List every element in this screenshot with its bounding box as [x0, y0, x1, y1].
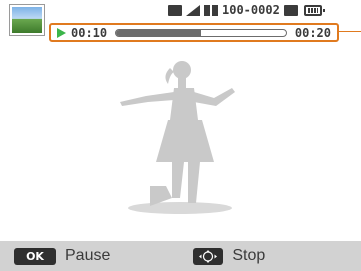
dpad-icon[interactable]: [193, 247, 224, 265]
total-time: 00:20: [294, 25, 331, 40]
elapsed-time: 00:10: [71, 25, 108, 40]
landscape-thumbnail-icon: [10, 5, 44, 35]
status-icons: 100-0002: [168, 3, 325, 17]
callout-line: [339, 31, 361, 32]
ok-button[interactable]: OK: [14, 247, 56, 265]
progress-track[interactable]: [115, 28, 287, 37]
playback-bar[interactable]: 00:10 00:20: [49, 23, 339, 42]
card-icon: [283, 4, 298, 16]
play-icon[interactable]: [57, 27, 66, 38]
memory-icon: [168, 4, 182, 16]
control-bar: OK Pause Stop: [0, 241, 361, 271]
dancer-illustration: [120, 61, 235, 214]
file-number: 100-0002: [222, 3, 280, 17]
grid-icon: [204, 4, 218, 16]
stop-label: Stop: [232, 247, 266, 264]
signal-icon: [186, 4, 200, 16]
progress-fill: [116, 29, 201, 36]
pause-label: Pause: [65, 247, 111, 264]
battery-icon: [303, 4, 325, 16]
